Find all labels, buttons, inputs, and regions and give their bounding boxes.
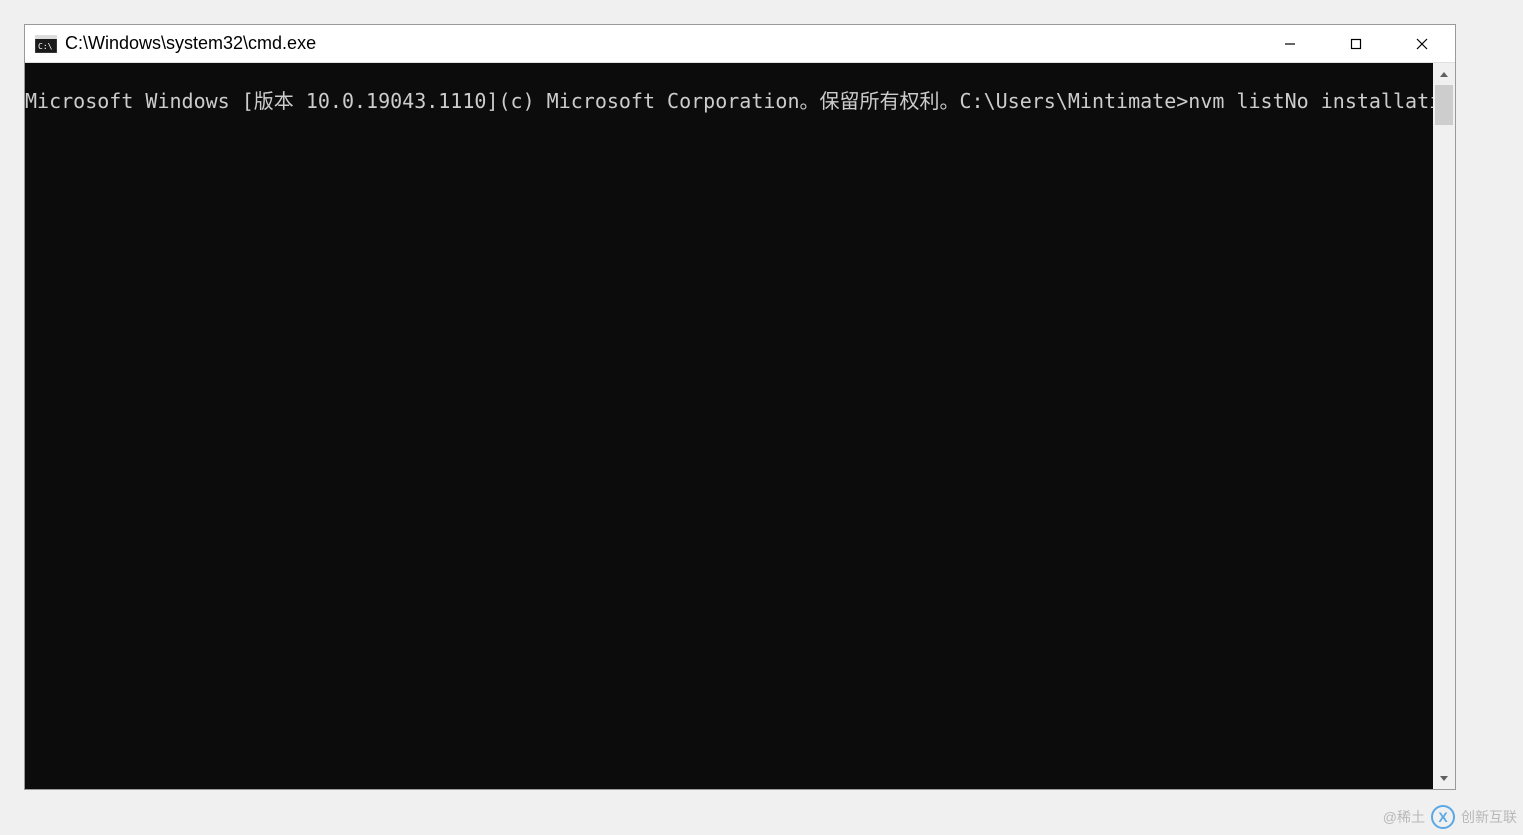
console-line: Microsoft Windows [版本 10.0.19043.1110] bbox=[25, 89, 498, 113]
console-line: (c) Microsoft Corporation。保留所有权利。 bbox=[498, 89, 959, 113]
window-controls bbox=[1257, 25, 1455, 62]
maximize-icon bbox=[1350, 38, 1362, 50]
minimize-icon bbox=[1284, 38, 1296, 50]
console-line: No installations recognized. bbox=[1285, 89, 1433, 113]
cmd-window: C:\ C:\Windows\system32\cmd.exe bbox=[24, 24, 1456, 790]
cmd-icon: C:\ bbox=[35, 35, 57, 53]
watermark-text: 创新互联 bbox=[1461, 807, 1517, 827]
vertical-scrollbar[interactable] bbox=[1433, 63, 1455, 789]
close-icon bbox=[1415, 37, 1429, 51]
minimize-button[interactable] bbox=[1257, 25, 1323, 62]
maximize-button[interactable] bbox=[1323, 25, 1389, 62]
scrollbar-thumb[interactable] bbox=[1435, 85, 1453, 125]
console-output[interactable]: Microsoft Windows [版本 10.0.19043.1110](c… bbox=[25, 63, 1433, 789]
console-line: C:\Users\Mintimate>nvm list bbox=[960, 89, 1285, 113]
window-title: C:\Windows\system32\cmd.exe bbox=[65, 33, 1257, 54]
scrollbar-track[interactable] bbox=[1433, 85, 1455, 767]
scrollbar-up-arrow-icon[interactable] bbox=[1433, 63, 1455, 85]
watermark: @稀土 X 创新互联 bbox=[1383, 805, 1517, 829]
close-button[interactable] bbox=[1389, 25, 1455, 62]
watermark-badge-icon: X bbox=[1431, 805, 1455, 829]
titlebar[interactable]: C:\ C:\Windows\system32\cmd.exe bbox=[25, 25, 1455, 63]
scrollbar-down-arrow-icon[interactable] bbox=[1433, 767, 1455, 789]
console-area: Microsoft Windows [版本 10.0.19043.1110](c… bbox=[25, 63, 1455, 789]
watermark-prefix: @稀土 bbox=[1383, 807, 1425, 827]
svg-text:C:\: C:\ bbox=[38, 42, 53, 51]
